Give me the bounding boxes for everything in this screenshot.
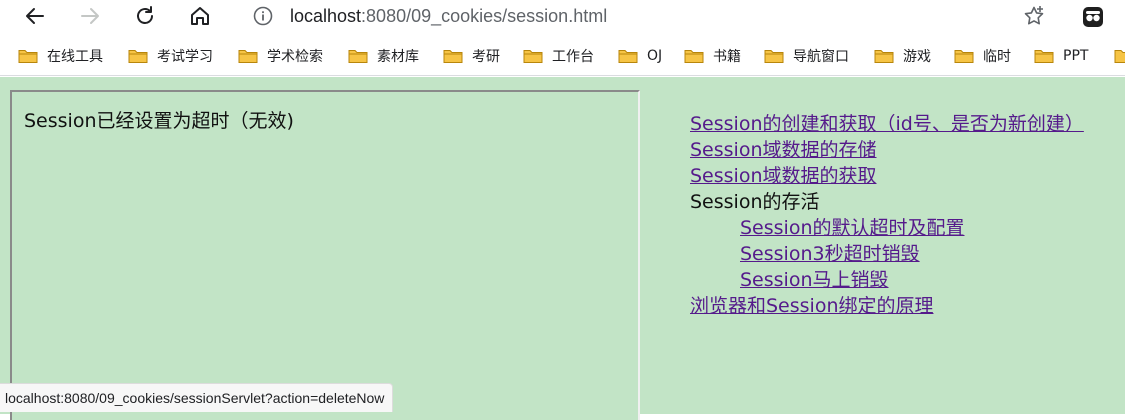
bookmark-overflow-folder[interactable] [1114,44,1125,68]
bookmark-item[interactable]: PPT [1034,44,1088,68]
reload-icon [137,6,153,24]
bookmark-item[interactable]: 游戏 [874,44,931,68]
bookmark-item[interactable]: 导航窗口 [764,44,849,68]
bookmark-item[interactable]: 临时 [954,44,1011,68]
back-button[interactable] [19,2,51,30]
back-arrow-icon [26,8,44,24]
url-path: :8080/09_cookies/session.html [361,6,608,26]
bookmark-label: 考试学习 [157,49,213,65]
forward-arrow-icon [81,8,99,24]
bookmark-label: 临时 [983,49,1011,65]
browser-toolbar: localhost:8080/09_cookies/session.html [0,0,1125,36]
navigation-menu: Session的创建和获取（id号、是否为新创建） Session域数据的存储 … [690,111,1084,319]
info-icon[interactable] [252,5,274,27]
bookmark-item[interactable]: 考试学习 [128,44,213,68]
submenu-session-lifetime: Session的默认超时及配置 Session3秒超时销毁 Session马上销… [690,215,1084,293]
reload-button[interactable] [129,2,161,30]
folder-icon [764,50,784,63]
bookmark-item[interactable]: 工作台 [523,44,594,68]
bookmark-label: 游戏 [903,49,931,65]
bookmark-item[interactable]: OJ [618,44,662,68]
bookmark-label: OJ [647,48,663,64]
folder-icon [618,50,638,63]
bookmark-label: 工作台 [552,49,594,65]
star-icon[interactable] [1022,4,1046,28]
folder-icon [18,50,38,63]
content-iframe: Session已经设置为超时（无效) [10,90,640,420]
folder-icon [684,50,704,63]
link-three-second-timeout[interactable]: Session3秒超时销毁 [690,241,1084,267]
link-session-store[interactable]: Session域数据的存储 [690,137,1084,163]
link-session-create[interactable]: Session的创建和获取（id号、是否为新创建） [690,111,1084,137]
folder-icon [874,50,894,63]
session-status-message: Session已经设置为超时（无效) [24,110,294,132]
forward-button[interactable] [74,2,106,30]
bookmark-item[interactable]: 素材库 [348,44,419,68]
home-button[interactable] [184,2,216,30]
group-session-lifetime: Session的存活 [690,191,820,213]
folder-icon [443,50,463,63]
folder-icon [348,50,368,63]
bookmark-item[interactable]: 在线工具 [18,44,103,68]
bookmark-label: 导航窗口 [793,49,849,65]
folder-icon [1114,50,1125,63]
bookmark-label: 在线工具 [47,49,103,65]
folder-icon [238,50,258,63]
extension-icon[interactable] [1080,4,1106,30]
url-text[interactable]: localhost:8080/09_cookies/session.html [290,6,607,27]
home-icon [191,7,209,25]
folder-icon [954,50,974,63]
folder-icon [523,50,543,63]
bookmark-label: PPT [1063,48,1089,64]
link-default-timeout[interactable]: Session的默认超时及配置 [690,215,1084,241]
link-status-bar: localhost:8080/09_cookies/sessionServlet… [0,383,394,412]
link-session-get[interactable]: Session域数据的获取 [690,163,1084,189]
address-bar[interactable]: localhost:8080/09_cookies/session.html [236,0,1058,32]
bookmark-item[interactable]: 书籍 [684,44,741,68]
link-browser-session-binding[interactable]: 浏览器和Session绑定的原理 [690,293,1084,319]
url-host: localhost [290,6,362,26]
bookmarks-bar: 在线工具 考试学习 学术检索 素材库 考研 工作台 OJ 书籍 导航窗口 游戏 临时 PPT [0,36,1125,76]
page-content: Session已经设置为超时（无效) Session的创建和获取（id号、是否为… [0,77,1125,420]
bookmark-label: 书籍 [713,49,741,65]
bookmark-item[interactable]: 考研 [443,44,500,68]
link-destroy-now[interactable]: Session马上销毁 [690,267,1084,293]
bookmark-item[interactable]: 学术检索 [238,44,323,68]
bookmark-label: 考研 [472,49,500,65]
bookmark-label: 素材库 [377,49,419,65]
folder-icon [1034,50,1054,63]
folder-icon [128,50,148,63]
bookmark-label: 学术检索 [267,49,323,65]
